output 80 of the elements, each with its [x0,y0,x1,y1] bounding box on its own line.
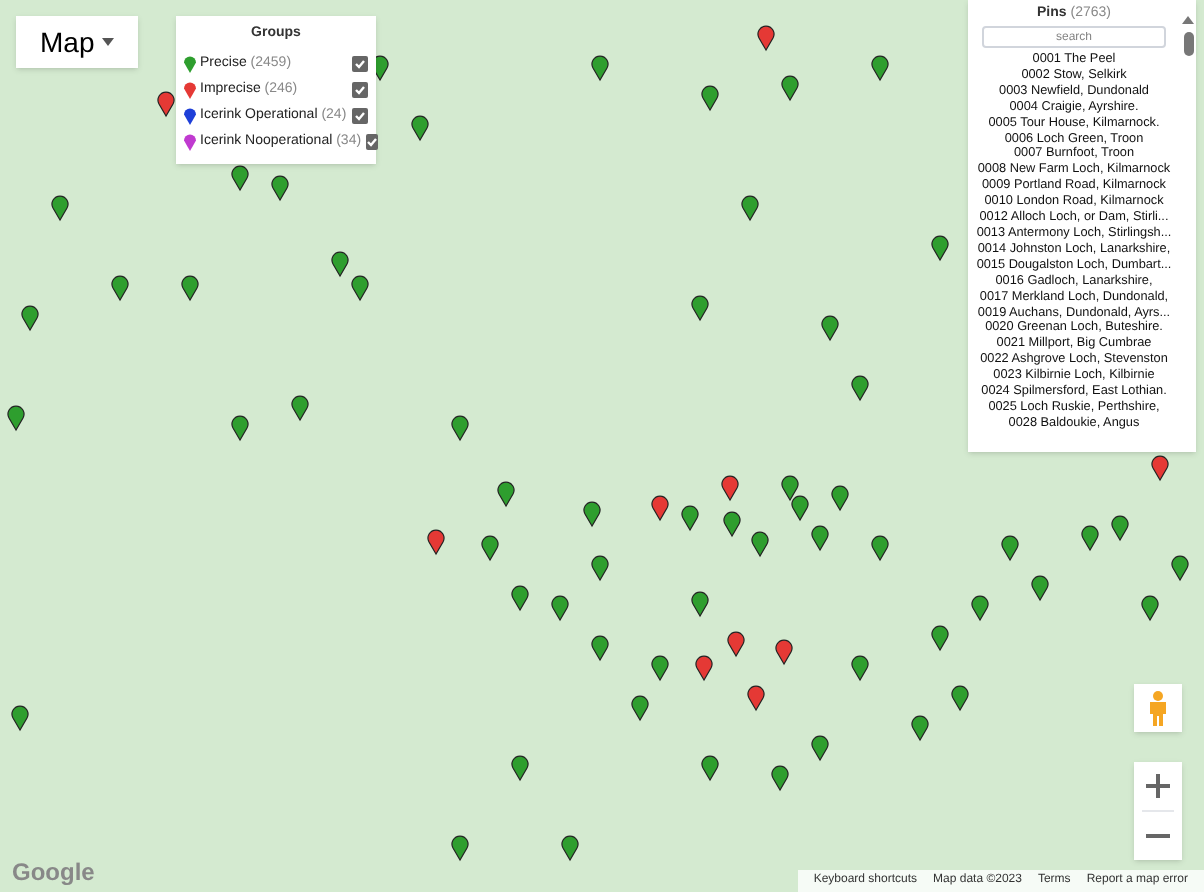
map-pin[interactable] [271,175,289,201]
map-pin[interactable] [781,75,799,101]
map-pin[interactable] [1171,555,1189,581]
map-pin[interactable] [231,415,249,441]
map-type-button[interactable]: Map [16,16,139,68]
map-pin[interactable] [551,595,569,621]
google-logo: Google [12,856,95,890]
map-pin[interactable] [721,475,739,501]
map-pin[interactable] [741,195,759,221]
map-pin[interactable] [651,495,669,521]
map-pin[interactable] [811,525,829,551]
map-pin[interactable] [951,685,969,711]
map-pin[interactable] [21,305,39,331]
group-checkbox[interactable] [365,134,378,150]
map-pin[interactable] [497,481,515,507]
map-pin[interactable] [51,195,69,221]
map-pin[interactable] [291,395,309,421]
map-pin[interactable] [1001,535,1019,561]
map-pin[interactable] [583,501,601,527]
map-pin[interactable] [791,495,809,521]
map-pin[interactable] [851,375,869,401]
map-pin[interactable] [591,555,609,581]
map-tile[interactable] [0,0,1204,892]
map-pin[interactable] [181,275,199,301]
map-pin[interactable] [871,535,889,561]
map-pin[interactable] [695,655,713,681]
scrollbar-thumb[interactable] [1183,32,1193,56]
map-pin[interactable] [481,535,499,561]
map-pin[interactable] [411,115,429,141]
group-checkbox[interactable] [352,82,368,98]
map-pin[interactable] [351,275,369,301]
map-pin[interactable] [931,235,949,261]
map-pin[interactable] [7,405,25,431]
map-pin[interactable] [631,695,649,721]
map-pin[interactable] [591,635,609,661]
map-pin[interactable] [821,315,839,341]
map-pin[interactable] [1081,525,1099,551]
scroll-up-icon[interactable] [1182,16,1194,24]
map-pin[interactable] [971,595,989,621]
map-pin[interactable] [1141,595,1159,621]
map-pin[interactable] [157,91,175,117]
map-pin[interactable] [451,835,469,861]
map-pin[interactable] [691,295,709,321]
map-pin[interactable] [851,655,869,681]
map-pin[interactable] [781,475,799,501]
map-pin[interactable] [757,25,775,51]
group-checkbox[interactable] [352,56,368,72]
map-pin[interactable] [701,755,719,781]
map-pin[interactable] [931,625,949,651]
map-pin[interactable] [691,591,709,617]
caret-icon [102,38,115,46]
map-pin[interactable] [811,735,829,761]
map-pin[interactable] [911,715,929,741]
map-pin[interactable] [771,765,789,791]
map-pin[interactable] [1151,455,1169,481]
map-pin[interactable] [681,505,699,531]
map-pin[interactable] [651,655,669,681]
map-pin[interactable] [331,251,349,277]
plus-icon [1146,774,1170,798]
map-pin[interactable] [871,55,889,81]
map-pin[interactable] [427,529,445,555]
map-pin[interactable] [111,275,129,301]
map-pin[interactable] [727,631,745,657]
map-pin[interactable] [591,55,609,81]
map-pin[interactable] [751,531,769,557]
map-pin[interactable] [831,485,849,511]
map-pin[interactable] [11,705,29,731]
map-pin[interactable] [1031,575,1049,601]
person-icon [1146,690,1170,726]
map-pin[interactable] [775,639,793,665]
map-pin[interactable] [1111,515,1129,541]
map-pin[interactable] [701,85,719,111]
map-pin[interactable] [561,835,579,861]
map-pin[interactable] [231,165,249,191]
map-pin[interactable] [511,585,529,611]
map-pin[interactable] [511,755,529,781]
map-pin[interactable] [747,685,765,711]
map-pin[interactable] [723,511,741,537]
map-pin[interactable] [451,415,469,441]
group-checkbox[interactable] [352,108,368,124]
